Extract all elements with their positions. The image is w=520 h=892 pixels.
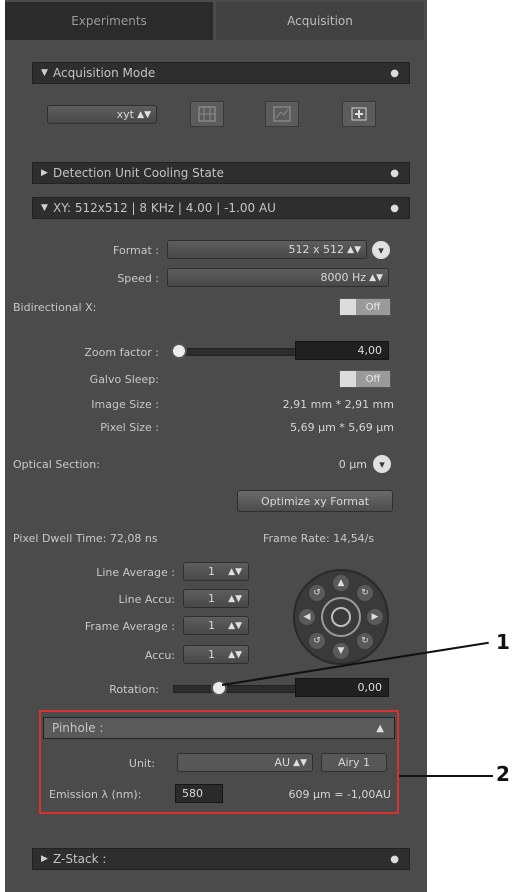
frame-average-label: Frame Average : [84, 620, 175, 633]
line-accu-label: Line Accu: [118, 593, 175, 606]
optical-section-options-icon[interactable]: ▾ [373, 455, 391, 473]
accu-value: 1 [208, 648, 215, 661]
line-average-value: 1 [208, 565, 215, 578]
galvo-sleep-state: Off [356, 371, 390, 387]
rotation-label: Rotation: [109, 683, 159, 696]
detection-cooling-header[interactable]: ▶ Detection Unit Cooling State ● [32, 162, 410, 184]
zoom-slider-handle[interactable] [171, 343, 187, 359]
tab-experiments[interactable]: Experiments [5, 2, 213, 40]
left-arrow-icon[interactable]: ◀ [299, 609, 315, 625]
xy-settings-title: XY: 512x512 | 8 KHz | 4.00 | -1.00 AU [53, 201, 276, 215]
center-dot-icon[interactable] [331, 607, 351, 627]
zoom-value-field[interactable]: 4,00 [295, 341, 389, 360]
pixel-dwell-time: Pixel Dwell Time: 72,08 ns [13, 532, 158, 545]
image-size-value: 2,91 mm * 2,91 mm [282, 398, 394, 411]
pixel-size-label: Pixel Size : [100, 421, 159, 434]
spin-arrows-icon: ▲▼ [228, 566, 242, 577]
up-arrow-icon[interactable]: ▲ [333, 575, 349, 591]
zoom-label: Zoom factor : [84, 346, 159, 359]
spin-arrows-icon: ▲▼ [137, 109, 151, 120]
format-label: Format : [113, 244, 159, 257]
callout-label-1: 1 [496, 630, 510, 654]
pin-icon[interactable]: ● [390, 68, 399, 79]
right-arrow-icon[interactable]: ▶ [367, 609, 383, 625]
acquisition-mode-title: Acquisition Mode [53, 66, 156, 80]
speed-select[interactable]: 8000 Hz ▲▼ [167, 268, 389, 287]
line-accu-value: 1 [208, 592, 215, 605]
spin-arrows-icon: ▲▼ [228, 649, 242, 660]
galvo-sleep-label: Galvo Sleep: [89, 373, 159, 386]
expand-arrow-icon: ▶ [41, 168, 48, 178]
optimize-xy-format-button[interactable]: Optimize xy Format [237, 490, 393, 512]
spin-arrows-icon: ▲▼ [369, 272, 383, 283]
scan-field-control-wheel[interactable]: ▲ ▼ ◀ ▶ ↺ ↻ ↺ ↻ [293, 569, 389, 665]
detection-cooling-title: Detection Unit Cooling State [53, 166, 224, 180]
rotate-cw-icon[interactable]: ↻ [357, 585, 373, 601]
bidirectional-toggle[interactable]: Off [339, 298, 391, 316]
frame-average-stepper[interactable]: 1 ▲▼ [183, 616, 249, 635]
zoom-value: 4,00 [357, 344, 383, 357]
time-series-icon[interactable] [265, 101, 299, 127]
add-stack-icon[interactable] [342, 101, 376, 127]
acquisition-mode-header[interactable]: ▼ Acquisition Mode ● [32, 62, 410, 84]
line-average-label: Line Average : [96, 566, 175, 579]
optical-section-label: Optical Section: [13, 458, 100, 471]
speed-value: 8000 Hz [320, 271, 366, 284]
rotate-ccw-icon[interactable]: ↺ [309, 585, 325, 601]
spin-arrows-icon: ▲▼ [347, 244, 361, 255]
bidirectional-label: Bidirectional X: [13, 301, 97, 314]
accu-stepper[interactable]: 1 ▲▼ [183, 645, 249, 664]
optical-section-value: 0 µm [338, 458, 367, 471]
acquisition-mode-select[interactable]: xyt ▲▼ [47, 105, 157, 124]
image-size-label: Image Size : [91, 398, 159, 411]
bidirectional-state: Off [356, 299, 390, 315]
pinhole-highlight-frame [39, 710, 399, 814]
rotation-value: 0,00 [357, 681, 383, 694]
zoom-slider-track[interactable] [175, 348, 297, 356]
pixel-size-value: 5,69 µm * 5,69 µm [290, 421, 394, 434]
line-average-stepper[interactable]: 1 ▲▼ [183, 562, 249, 581]
rotation-slider-handle[interactable] [211, 680, 227, 696]
z-stack-header[interactable]: ▶ Z-Stack : ● [32, 848, 410, 870]
down-arrow-icon[interactable]: ▼ [333, 643, 349, 659]
rotation-slider-track[interactable] [173, 685, 297, 693]
spin-arrows-icon: ▲▼ [228, 593, 242, 604]
speed-label: Speed : [117, 272, 159, 285]
rotation-value-field[interactable]: 0,00 [295, 678, 389, 697]
rotate-cw-small-icon[interactable]: ↻ [357, 633, 373, 649]
frame-average-value: 1 [208, 619, 215, 632]
accu-label: Accu: [144, 649, 175, 662]
z-stack-title: Z-Stack : [53, 852, 107, 866]
pin-icon[interactable]: ● [390, 854, 399, 865]
callout-label-2: 2 [496, 762, 510, 786]
format-value: 512 x 512 [288, 243, 345, 256]
frame-rate: Frame Rate: 14,54/s [263, 532, 375, 545]
format-options-icon[interactable]: ▾ [372, 241, 390, 259]
callout-line-2 [399, 775, 493, 777]
galvo-sleep-toggle[interactable]: Off [339, 370, 391, 388]
tab-acquisition[interactable]: Acquisition [216, 2, 424, 40]
spin-arrows-icon: ▲▼ [228, 620, 242, 631]
line-accu-stepper[interactable]: 1 ▲▼ [183, 589, 249, 608]
expand-arrow-icon: ▶ [41, 854, 48, 864]
pin-icon[interactable]: ● [390, 203, 399, 214]
xy-settings-header[interactable]: ▼ XY: 512x512 | 8 KHz | 4.00 | -1.00 AU … [32, 197, 410, 219]
format-select[interactable]: 512 x 512 ▲▼ [167, 240, 367, 259]
collapse-arrow-icon: ▼ [41, 68, 48, 78]
collapse-arrow-icon: ▼ [41, 203, 48, 213]
rotate-ccw-small-icon[interactable]: ↺ [309, 633, 325, 649]
pin-icon[interactable]: ● [390, 168, 399, 179]
xy-grid-icon[interactable] [190, 101, 224, 127]
acquisition-mode-value: xyt [116, 108, 134, 121]
